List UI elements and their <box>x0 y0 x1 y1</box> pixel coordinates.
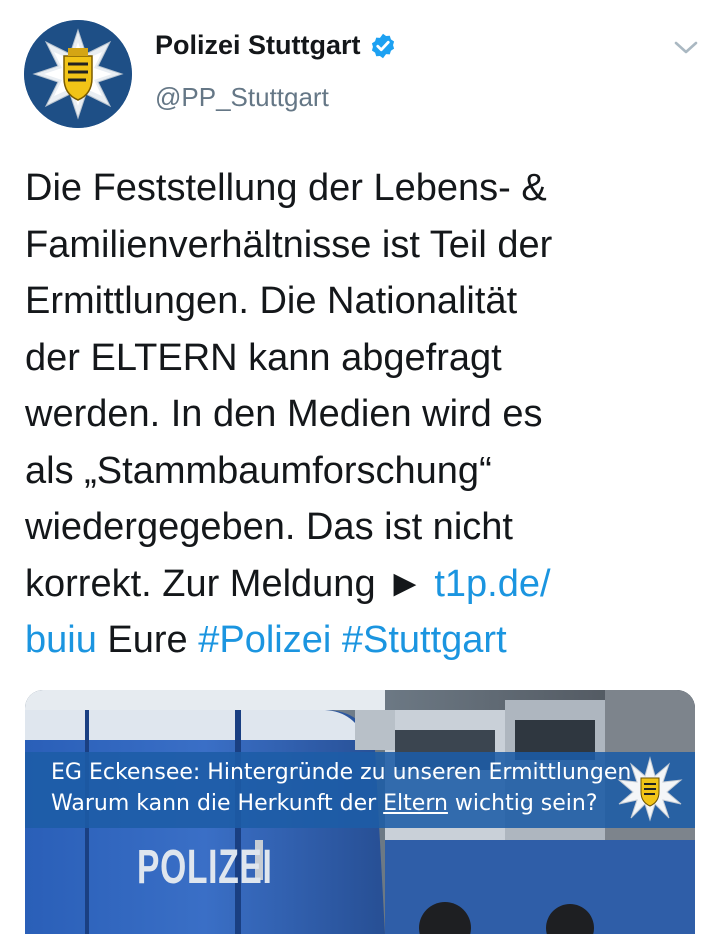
verified-badge-icon <box>371 33 394 58</box>
police-star-logo <box>24 20 132 128</box>
banner-subline-end: wichtig sein? <box>447 791 598 816</box>
display-name[interactable]: Polizei Stuttgart <box>155 30 361 61</box>
tweet-body-continued: Eure <box>96 619 199 661</box>
tweet-text: Die Feststellung der Lebens- & Familienv… <box>25 160 705 669</box>
hashtag-polizei[interactable]: #Polizei <box>198 619 331 661</box>
tweet-media-image[interactable]: EG Eckensee: Hintergründe zu unseren Erm… <box>25 690 695 934</box>
banner-subline: Warum kann die Herkunft der Eltern wicht… <box>51 791 598 816</box>
account-handle[interactable]: @PP_Stuttgart <box>155 82 329 113</box>
chevron-down-icon[interactable] <box>672 38 700 58</box>
hashtag-separator <box>331 619 342 661</box>
banner-subline-start: Warum kann die Herkunft der <box>51 791 384 816</box>
hashtag-stuttgart[interactable]: #Stuttgart <box>342 619 507 661</box>
tweet-body: Die Feststellung der Lebens- & Familienv… <box>25 167 553 605</box>
banner-headline: EG Eckensee: Hintergründe zu unseren Erm… <box>51 760 632 785</box>
avatar[interactable] <box>24 20 132 128</box>
account-name-row: Polizei Stuttgart <box>155 30 397 61</box>
banner-subline-emphasis: Eltern <box>383 791 448 816</box>
police-star-badge-icon <box>617 756 683 822</box>
vehicle-lettering: POLIZEI <box>137 841 273 894</box>
